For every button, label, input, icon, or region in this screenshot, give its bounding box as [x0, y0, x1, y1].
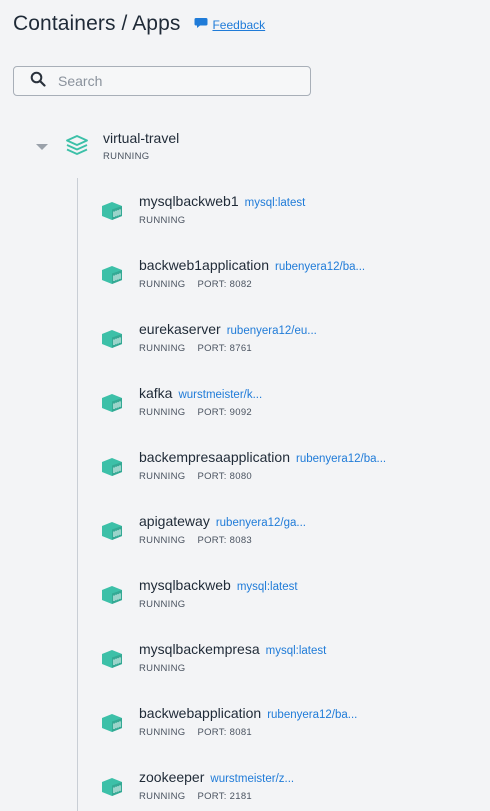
container-status: RUNNING: [139, 663, 186, 674]
container-image-link[interactable]: rubenyera12/eu...: [227, 325, 317, 337]
container-row[interactable]: mysqlbackweb1 mysql:latest RUNNING: [0, 188, 490, 252]
container-name: kafka: [139, 385, 173, 401]
container-icon: [101, 713, 123, 738]
container-name: mysqlbackweb: [139, 577, 231, 593]
container-name: backempresaapplication: [139, 449, 290, 465]
search-input[interactable]: [56, 72, 290, 90]
container-name: backweb1application: [139, 257, 269, 273]
container-image-link[interactable]: mysql:latest: [266, 645, 327, 657]
container-icon: [101, 457, 123, 482]
container-name: mysqlbackweb1: [139, 193, 239, 209]
app-group-name: virtual-travel: [103, 130, 180, 146]
container-list: mysqlbackweb1 mysql:latest RUNNING backwe…: [0, 188, 490, 811]
container-image-link[interactable]: wurstmeister/k...: [178, 389, 262, 401]
container-status: RUNNING: [139, 791, 186, 802]
chat-bubble-icon: [194, 16, 208, 34]
container-icon: [101, 649, 123, 674]
container-icon: [101, 521, 123, 546]
container-name: backwebapplication: [139, 705, 262, 721]
container-row[interactable]: backempresaapplication rubenyera12/ba... …: [0, 444, 490, 508]
container-status: RUNNING: [139, 215, 186, 226]
page-title: Containers / Apps: [13, 12, 181, 35]
app-group[interactable]: virtual-travel RUNNING: [0, 124, 490, 164]
container-status: RUNNING: [139, 535, 186, 546]
container-port: PORT: 8083: [197, 535, 253, 546]
container-icon: [101, 393, 123, 418]
container-image-link[interactable]: mysql:latest: [237, 581, 298, 593]
container-status: RUNNING: [139, 407, 186, 418]
container-icon: [101, 585, 123, 610]
container-row[interactable]: mysqlbackempresa mysql:latest RUNNING: [0, 636, 490, 700]
container-row[interactable]: kafka wurstmeister/k... RUNNING PORT: 9092: [0, 380, 490, 444]
container-port: PORT: 8082: [197, 279, 253, 290]
container-image-link[interactable]: rubenyera12/ba...: [267, 709, 357, 721]
container-name: mysqlbackempresa: [139, 641, 260, 657]
container-name: zookeeper: [139, 769, 205, 785]
container-row[interactable]: backweb1application rubenyera12/ba... RUN…: [0, 252, 490, 316]
container-icon: [101, 777, 123, 802]
container-row[interactable]: eurekaserver rubenyera12/eu... RUNNING POR…: [0, 316, 490, 380]
container-status: RUNNING: [139, 471, 186, 482]
containers-page: Containers / Apps Feedback Search virtua…: [0, 0, 490, 811]
container-port: PORT: 9092: [197, 407, 253, 418]
feedback-link[interactable]: Feedback: [194, 16, 265, 34]
page-header: Containers / Apps Feedback: [13, 12, 265, 36]
container-row[interactable]: zookeeper wurstmeister/z... RUNNING PORT: …: [0, 764, 490, 811]
container-name: eurekaserver: [139, 321, 221, 337]
container-image-link[interactable]: wurstmeister/z...: [210, 773, 294, 785]
container-status: RUNNING: [139, 279, 186, 290]
container-status: RUNNING: [139, 599, 186, 610]
search-box[interactable]: [13, 66, 311, 96]
container-port: PORT: 8080: [197, 471, 253, 482]
container-port: PORT: 2181: [197, 791, 253, 802]
search-icon: [14, 71, 46, 92]
container-image-link[interactable]: mysql:latest: [245, 197, 306, 209]
container-row[interactable]: backwebapplication rubenyera12/ba... RUNN…: [0, 700, 490, 764]
app-group-status: RUNNING: [103, 151, 150, 162]
container-status: RUNNING: [139, 343, 186, 354]
stack-icon: [66, 135, 88, 160]
container-port: PORT: 8081: [197, 727, 253, 738]
container-port: PORT: 8761: [197, 343, 253, 354]
container-image-link[interactable]: rubenyera12/ba...: [296, 453, 386, 465]
container-image-link[interactable]: rubenyera12/ga...: [216, 517, 306, 529]
container-image-link[interactable]: rubenyera12/ba...: [275, 261, 365, 273]
caret-down-icon[interactable]: [36, 144, 48, 150]
container-icon: [101, 201, 123, 226]
container-icon: [101, 265, 123, 290]
container-icon: [101, 329, 123, 354]
container-row[interactable]: apigateway rubenyera12/ga... RUNNING PORT:…: [0, 508, 490, 572]
app-group-row[interactable]: virtual-travel RUNNING: [0, 124, 490, 164]
container-status: RUNNING: [139, 727, 186, 738]
container-row[interactable]: mysqlbackweb mysql:latest RUNNING: [0, 572, 490, 636]
container-name: apigateway: [139, 513, 210, 529]
feedback-label[interactable]: Feedback: [212, 18, 265, 32]
